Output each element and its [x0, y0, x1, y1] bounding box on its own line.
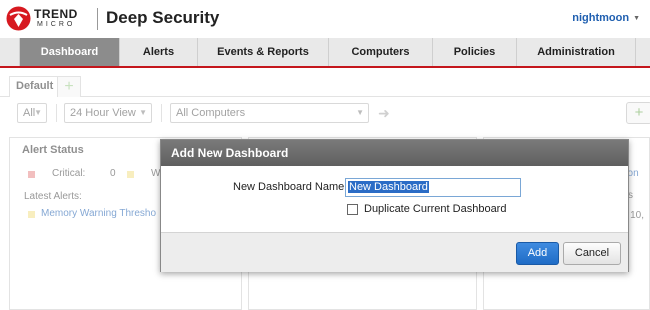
nav-item-events-reports[interactable]: Events & Reports	[198, 38, 329, 66]
nav-item-dashboard[interactable]: Dashboard	[20, 38, 120, 66]
chevron-down-icon: ▼	[633, 14, 640, 22]
dialog-title: Add New Dashboard	[161, 140, 628, 166]
duplicate-dashboard-checkbox[interactable]	[347, 204, 358, 215]
nav-item-alerts[interactable]: Alerts	[120, 38, 198, 66]
brand-name-top: TREND	[34, 7, 78, 21]
main-nav: Dashboard Alerts Events & Reports Comput…	[0, 38, 650, 68]
dialog-footer: Add Cancel	[161, 232, 628, 272]
nav-item-administration[interactable]: Administration	[517, 38, 636, 66]
nav-item-policies[interactable]: Policies	[433, 38, 517, 66]
brand-divider	[97, 8, 98, 30]
dashboard-name-input[interactable]: New Dashboard	[345, 178, 521, 197]
app-header: TREND MICRO Deep Security nightmoon ▼	[0, 0, 650, 38]
nav-spacer	[0, 38, 20, 66]
user-menu[interactable]: nightmoon ▼	[572, 12, 640, 24]
dashboard-name-value: New Dashboard	[348, 181, 429, 193]
cancel-button[interactable]: Cancel	[563, 242, 621, 265]
nav-item-computers[interactable]: Computers	[329, 38, 433, 66]
duplicate-dashboard-label[interactable]: Duplicate Current Dashboard	[364, 203, 506, 215]
dashboard-name-label: New Dashboard Name:	[233, 181, 348, 193]
add-dashboard-dialog: Add New Dashboard New Dashboard Name: Ne…	[160, 139, 629, 272]
username: nightmoon	[572, 12, 630, 24]
product-title: Deep Security	[106, 8, 220, 27]
brand-name-bottom: MICRO	[37, 21, 76, 28]
trend-micro-logo-icon	[6, 6, 31, 31]
add-button[interactable]: Add	[516, 242, 559, 265]
